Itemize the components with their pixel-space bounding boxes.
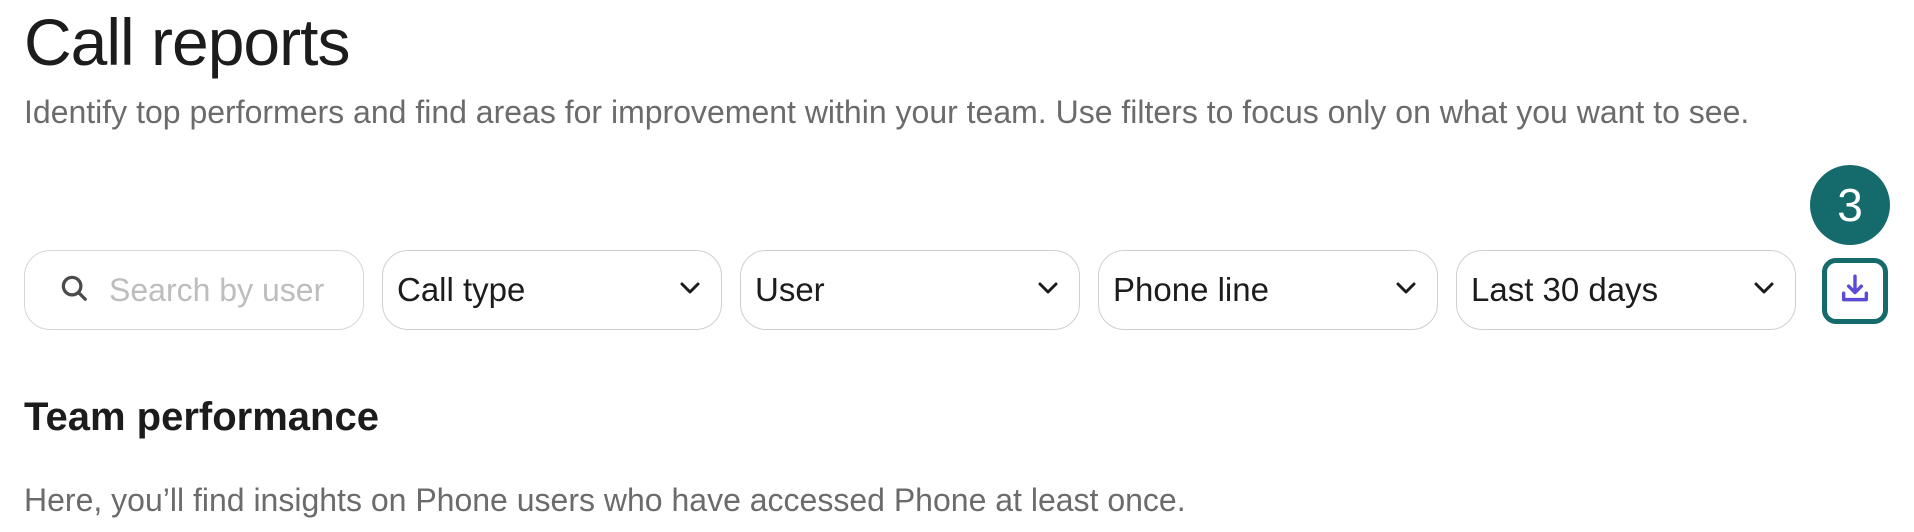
step-badge: 3 bbox=[1810, 165, 1914, 245]
download-button[interactable] bbox=[1822, 258, 1888, 324]
chevron-down-icon bbox=[1753, 281, 1775, 300]
search-icon bbox=[59, 273, 89, 308]
date-range-dropdown[interactable]: Last 30 days bbox=[1456, 250, 1796, 330]
filter-bar: Call type User Phone line bbox=[24, 250, 1888, 330]
chevron-down-icon bbox=[679, 281, 701, 300]
search-input[interactable] bbox=[109, 271, 339, 309]
call-reports-page: Call reports Identify top performers and… bbox=[0, 0, 1914, 532]
user-dropdown[interactable]: User bbox=[740, 250, 1080, 330]
phone-line-label: Phone line bbox=[1113, 271, 1269, 308]
team-performance-title: Team performance bbox=[24, 395, 379, 439]
page-title: Call reports bbox=[24, 5, 350, 79]
date-range-label: Last 30 days bbox=[1471, 271, 1659, 308]
call-type-label: Call type bbox=[397, 271, 526, 308]
page-description: Identify top performers and find areas f… bbox=[24, 94, 1750, 130]
team-performance-description: Here, you’ll find insights on Phone user… bbox=[24, 482, 1186, 518]
call-type-dropdown[interactable]: Call type bbox=[382, 250, 722, 330]
chevron-down-icon bbox=[1395, 281, 1417, 300]
download-icon bbox=[1838, 272, 1872, 311]
search-box[interactable] bbox=[24, 250, 364, 330]
phone-line-dropdown[interactable]: Phone line bbox=[1098, 250, 1438, 330]
step-number: 3 bbox=[1810, 165, 1890, 245]
user-label: User bbox=[755, 271, 825, 308]
chevron-down-icon bbox=[1037, 281, 1059, 300]
